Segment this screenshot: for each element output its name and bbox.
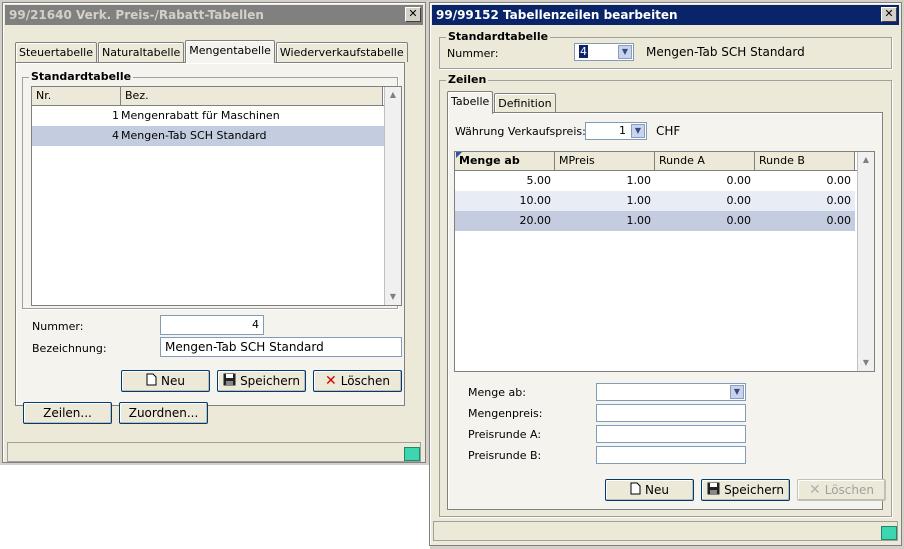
nummer-label: Nummer:	[32, 320, 84, 333]
column-runde-a[interactable]: Runde A	[655, 152, 755, 170]
zuordnen-button[interactable]: Zuordnen...	[119, 402, 208, 424]
sort-indicator-icon: ◤	[456, 151, 463, 159]
nummer-field[interactable]: 4	[160, 315, 264, 335]
bezeichnung-field[interactable]: Mengen-Tab SCH Standard	[160, 337, 402, 357]
desktop-background	[0, 465, 430, 549]
mengentabelle-panel: Standardtabelle Nr. Bez. 1 Mengenrabatt …	[15, 62, 405, 406]
table-scrollbar[interactable]: ▲ ▼	[857, 152, 874, 371]
column-runde-b[interactable]: Runde B	[755, 152, 855, 170]
list-item[interactable]: 4 Mengen-Tab SCH Standard	[32, 126, 384, 146]
column-menge-ab[interactable]: Menge ab ◤	[455, 152, 555, 170]
preis-rabatt-window: 99/21640 Verk. Preis-/Rabatt-Tabellen ✕ …	[2, 2, 426, 463]
waehrung-code: CHF	[656, 124, 681, 138]
delete-icon: ✕	[325, 373, 337, 389]
tab-naturaltabelle[interactable]: Naturaltabelle	[98, 42, 185, 62]
preisrunde-b-label: Preisrunde B:	[468, 449, 542, 462]
close-icon[interactable]: ✕	[405, 7, 421, 22]
mengenpreis-field[interactable]	[596, 404, 746, 422]
scroll-down-icon[interactable]: ▼	[385, 289, 401, 305]
new-document-icon	[146, 373, 157, 389]
column-mpreis[interactable]: MPreis	[555, 152, 655, 170]
new-document-icon	[630, 482, 641, 498]
column-bez[interactable]: Bez.	[121, 87, 383, 105]
preisrunde-a-field[interactable]	[596, 425, 746, 443]
resize-grip-icon[interactable]	[404, 447, 420, 461]
waehrung-label: Währung Verkaufspreis:	[455, 125, 586, 138]
group-title: Standardtabelle	[29, 70, 134, 83]
status-bar	[7, 442, 421, 462]
save-icon	[707, 482, 720, 498]
neu-button[interactable]: Neu	[605, 479, 694, 501]
list-header: Nr. Bez.	[32, 87, 401, 106]
speichern-button[interactable]: Speichern	[701, 479, 790, 501]
preisrunde-b-field[interactable]	[596, 446, 746, 464]
speichern-button[interactable]: Speichern	[217, 370, 306, 392]
save-icon	[223, 373, 236, 389]
group-title: Standardtabelle	[446, 30, 551, 43]
dropdown-arrow-icon[interactable]: ▼	[730, 385, 744, 399]
tab-bar: Tabelle Definition	[447, 90, 557, 114]
nummer-description: Mengen-Tab SCH Standard	[646, 45, 805, 59]
status-bar	[433, 521, 898, 541]
close-icon[interactable]: ✕	[881, 7, 897, 22]
tabelle-panel: Währung Verkaufspreis: 1 ▼ CHF Menge ab …	[447, 112, 886, 510]
nummer-select[interactable]: 4 ▼	[574, 43, 634, 61]
preisrunde-a-label: Preisrunde A:	[468, 428, 542, 441]
waehrung-select[interactable]: 1 ▼	[585, 122, 647, 140]
loeschen-button[interactable]: ✕ Löschen	[797, 479, 886, 501]
scroll-up-icon[interactable]: ▲	[858, 152, 874, 168]
standardtabelle-list[interactable]: Nr. Bez. 1 Mengenrabatt für Maschinen 4 …	[31, 86, 402, 306]
table-header: Menge ab ◤ MPreis Runde A Runde B	[455, 152, 874, 171]
resize-grip-icon[interactable]	[881, 526, 897, 540]
column-nr[interactable]: Nr.	[32, 87, 121, 105]
tab-mengentabelle[interactable]: Mengentabelle	[185, 40, 275, 63]
tab-steuertabelle[interactable]: Steuertabelle	[15, 42, 98, 62]
tab-bar: Steuertabelle Naturaltabelle Mengentabel…	[15, 39, 409, 63]
loeschen-button[interactable]: ✕ Löschen	[313, 370, 402, 392]
list-item[interactable]: 1 Mengenrabatt für Maschinen	[32, 106, 401, 126]
scroll-up-icon[interactable]: ▲	[385, 87, 401, 103]
nummer-label: Nummer:	[447, 47, 499, 60]
table-row[interactable]: 10.00 1.00 0.00 0.00	[455, 191, 855, 211]
table-row[interactable]: 5.00 1.00 0.00 0.00	[455, 171, 874, 191]
list-scrollbar[interactable]: ▲ ▼	[384, 87, 401, 305]
delete-icon: ✕	[809, 482, 821, 498]
window-title: 99/99152 Tabellenzeilen bearbeiten ✕	[432, 5, 899, 25]
scroll-down-icon[interactable]: ▼	[858, 355, 874, 371]
table-row[interactable]: 20.00 1.00 0.00 0.00	[455, 211, 855, 231]
tab-definition[interactable]: Definition	[494, 93, 556, 113]
tab-wiederverkaufstabelle[interactable]: Wiederverkaufstabelle	[275, 42, 408, 62]
zeilen-button[interactable]: Zeilen...	[23, 402, 112, 424]
zeilen-table[interactable]: Menge ab ◤ MPreis Runde A Runde B 5.00 1…	[454, 151, 875, 372]
menge-ab-label: Menge ab:	[468, 386, 526, 399]
group-title: Zeilen	[446, 73, 489, 86]
dropdown-arrow-icon[interactable]: ▼	[631, 124, 645, 138]
neu-button[interactable]: Neu	[121, 370, 210, 392]
tabellenzeilen-window: 99/99152 Tabellenzeilen bearbeiten ✕ Sta…	[429, 2, 902, 546]
bezeichnung-label: Bezeichnung:	[32, 342, 107, 355]
mengenpreis-label: Mengenpreis:	[468, 407, 543, 420]
window-title: 99/21640 Verk. Preis-/Rabatt-Tabellen ✕	[5, 5, 423, 25]
tab-tabelle[interactable]: Tabelle	[447, 91, 494, 114]
dropdown-arrow-icon[interactable]: ▼	[618, 45, 632, 59]
menge-ab-field[interactable]: ▼	[596, 383, 746, 401]
